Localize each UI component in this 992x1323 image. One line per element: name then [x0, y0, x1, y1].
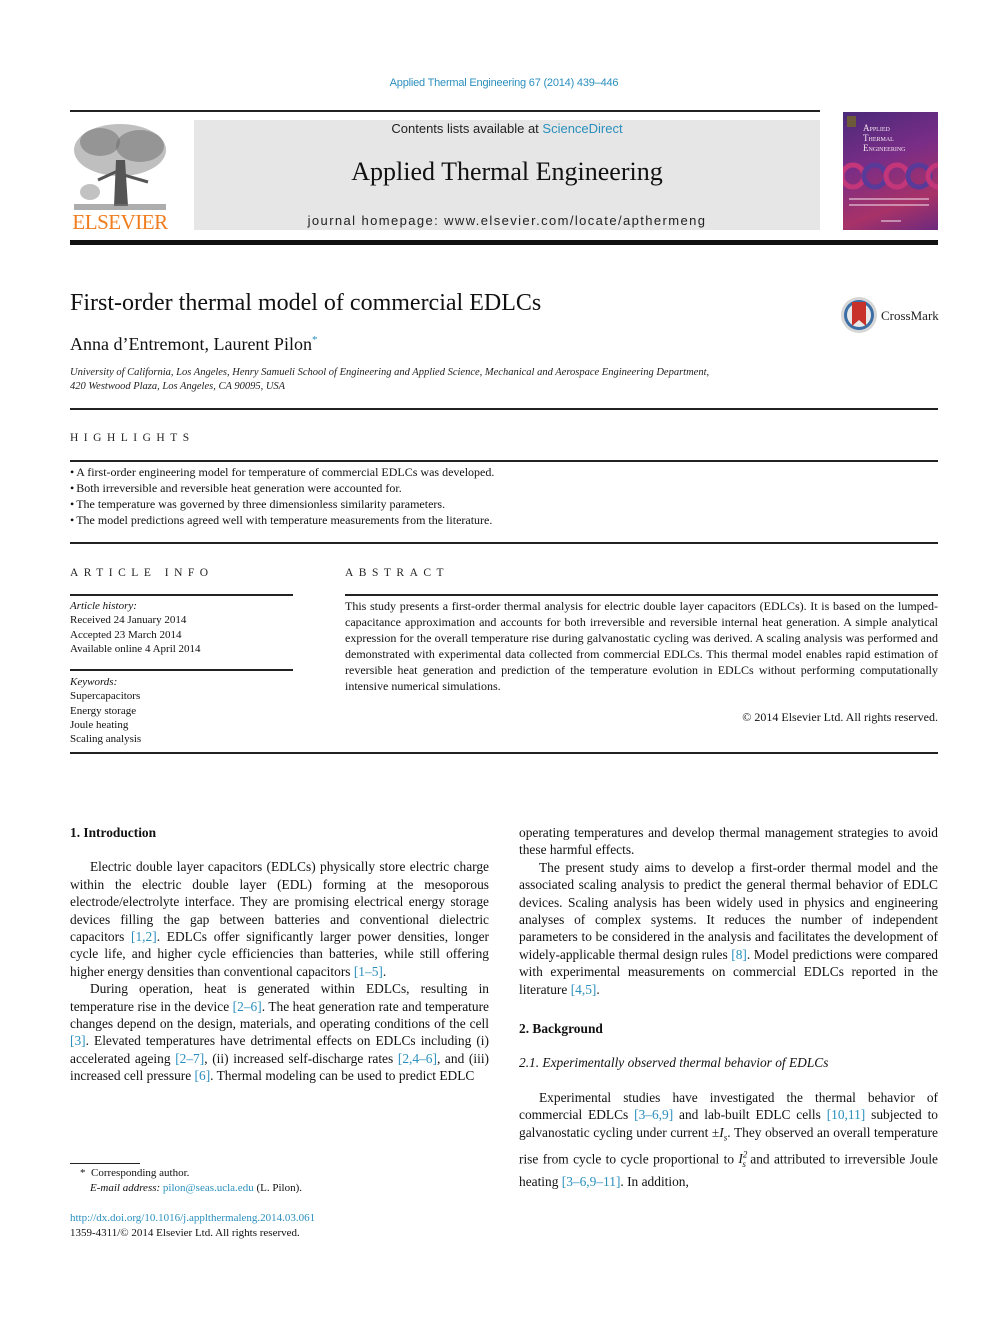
corresponding-author-mark[interactable]: *: [312, 334, 318, 346]
citation-link[interactable]: [8]: [731, 947, 747, 962]
highlight-item: A first-order engineering model for temp…: [70, 464, 494, 480]
body-column-right: operating temperatures and develop therm…: [519, 824, 938, 1191]
email-label: E-mail address:: [90, 1182, 161, 1194]
email-link[interactable]: pilon@seas.ucla.edu: [163, 1182, 254, 1194]
paragraph: Electric double layer capacitors (EDLCs)…: [70, 859, 490, 979]
keywords-label: Keywords:: [70, 676, 118, 688]
article-info-divider: [70, 594, 293, 596]
citation-link[interactable]: [2,4–6]: [398, 1051, 437, 1066]
history-accepted: Accepted 23 March 2014: [70, 628, 182, 641]
cover-elsevier-icon: [847, 116, 856, 127]
footnote-divider: [70, 1163, 140, 1164]
math-symbol: Is: [719, 1124, 728, 1143]
citation-link[interactable]: [1–5]: [354, 964, 383, 979]
footnote-email: E-mail address: pilon@seas.ucla.edu (L. …: [70, 1181, 302, 1196]
history-online: Available online 4 April 2014: [70, 642, 201, 655]
highlights-list: A first-order engineering model for temp…: [70, 464, 494, 528]
authors-text: Anna d’Entremont, Laurent Pilon: [70, 334, 312, 354]
subsection-heading: 2.1. Experimentally observed thermal beh…: [519, 1055, 829, 1071]
keywords: Keywords: Supercapacitors Energy storage…: [70, 675, 141, 746]
author-list: Anna d’Entremont, Laurent Pilon*: [70, 334, 317, 355]
cover-text-line: [849, 198, 929, 200]
email-suffix: (L. Pilon).: [253, 1182, 302, 1194]
footnote: * Corresponding author. E-mail address: …: [70, 1166, 302, 1196]
highlight-item: The model predictions agreed well with t…: [70, 512, 494, 528]
corresponding-author-note: Corresponding author.: [91, 1167, 190, 1179]
elsevier-logo: ELSEVIER: [70, 120, 170, 234]
citation-link[interactable]: [10,11]: [827, 1107, 866, 1122]
crossmark-icon: [841, 297, 877, 333]
section-divider: [70, 408, 938, 410]
citation-link[interactable]: [6]: [195, 1068, 211, 1083]
journal-homepage: journal homepage: www.elsevier.com/locat…: [194, 213, 820, 228]
abstract-divider: [345, 594, 938, 596]
contents-prefix: Contents lists available at: [391, 121, 543, 136]
article-title: First-order thermal model of commercial …: [70, 290, 542, 316]
highlights-top-divider: [70, 460, 938, 462]
homepage-url-link[interactable]: www.elsevier.com/locate/apthermeng: [444, 213, 706, 228]
elsevier-wordmark: ELSEVIER: [72, 210, 168, 234]
article-info-heading: ARTICLE INFO: [70, 567, 214, 579]
section-heading-introduction: 1. Introduction: [70, 825, 157, 840]
highlight-item: The temperature was governed by three di…: [70, 496, 494, 512]
citation-link[interactable]: [3]: [70, 1033, 86, 1048]
keyword: Scaling analysis: [70, 733, 142, 746]
affiliation-line: University of California, Los Angeles, H…: [70, 367, 710, 378]
journal-cover-thumbnail[interactable]: Applied Thermal Engineering: [843, 112, 938, 230]
header-thick-divider: [70, 240, 938, 245]
keyword: Supercapacitors: [70, 690, 141, 703]
contents-availability: Contents lists available at ScienceDirec…: [194, 121, 820, 136]
crossmark-badge[interactable]: CrossMark: [840, 296, 940, 336]
abstract-heading: ABSTRACT: [345, 567, 450, 579]
citation-link[interactable]: [3–6,9]: [634, 1107, 673, 1122]
affiliation-line: 420 Westwood Plaza, Los Angeles, CA 9009…: [70, 381, 286, 392]
header-top-divider: [70, 110, 820, 112]
citation-link[interactable]: [2–7]: [175, 1051, 204, 1066]
citation-link[interactable]: [1,2]: [131, 929, 157, 944]
keyword: Energy storage: [70, 704, 137, 717]
cover-wave-graphic: [843, 162, 938, 190]
keywords-divider: [70, 669, 293, 671]
front-matter-bottom-divider: [70, 752, 938, 754]
affiliation: University of California, Los Angeles, H…: [70, 366, 709, 394]
paragraph: During operation, heat is generated with…: [70, 981, 489, 1084]
abstract-text: This study presents a first-order therma…: [345, 599, 938, 693]
homepage-prefix: journal homepage:: [307, 213, 445, 228]
cover-text-line: [881, 220, 901, 222]
citation-link[interactable]: [3–6,9–11]: [562, 1174, 621, 1189]
abstract-copyright: © 2014 Elsevier Ltd. All rights reserved…: [742, 710, 938, 724]
citation-link[interactable]: [2–6]: [233, 999, 262, 1014]
history-received: Received 24 January 2014: [70, 614, 187, 627]
body-column-left: 1. Introduction Electric double layer ca…: [70, 824, 489, 1085]
footnote-corresponding: * Corresponding author.: [70, 1166, 302, 1181]
highlights-bottom-divider: [70, 542, 938, 544]
cover-title-line: Applied: [863, 123, 890, 133]
article-history: Article history: Received 24 January 201…: [70, 599, 201, 656]
section-heading-background: 2. Background: [519, 1021, 603, 1037]
cover-title-line: Thermal: [863, 133, 894, 143]
cover-title: Applied Thermal Engineering: [863, 123, 906, 153]
footnote-mark: *: [80, 1167, 86, 1179]
issn-copyright: 1359-4311/© 2014 Elsevier Ltd. All right…: [70, 1227, 300, 1239]
crossmark-label: CrossMark: [881, 308, 939, 323]
math-symbol: I2s: [738, 1149, 748, 1169]
citation-link[interactable]: [4,5]: [571, 982, 597, 997]
doi-block: http://dx.doi.org/10.1016/j.applthermale…: [70, 1211, 315, 1241]
cover-text-line: [849, 204, 929, 206]
doi-link[interactable]: http://dx.doi.org/10.1016/j.applthermale…: [70, 1211, 315, 1226]
keyword: Joule heating: [70, 718, 129, 731]
paragraph-continuation: operating temperatures and develop therm…: [519, 825, 938, 858]
journal-citation-link[interactable]: Applied Thermal Engineering 67 (2014) 43…: [0, 77, 992, 89]
cover-title-line: Engineering: [863, 143, 906, 153]
paragraph: Experimental studies have investigated t…: [519, 1089, 938, 1190]
highlight-item: Both irreversible and reversible heat ge…: [70, 480, 494, 496]
journal-name: Applied Thermal Engineering: [351, 157, 663, 186]
highlights-heading: HIGHLIGHTS: [70, 432, 195, 444]
article-history-label: Article history:: [70, 600, 137, 612]
sciencedirect-link[interactable]: ScienceDirect: [542, 121, 622, 136]
paragraph: The present study aims to develop a firs…: [519, 859, 938, 997]
